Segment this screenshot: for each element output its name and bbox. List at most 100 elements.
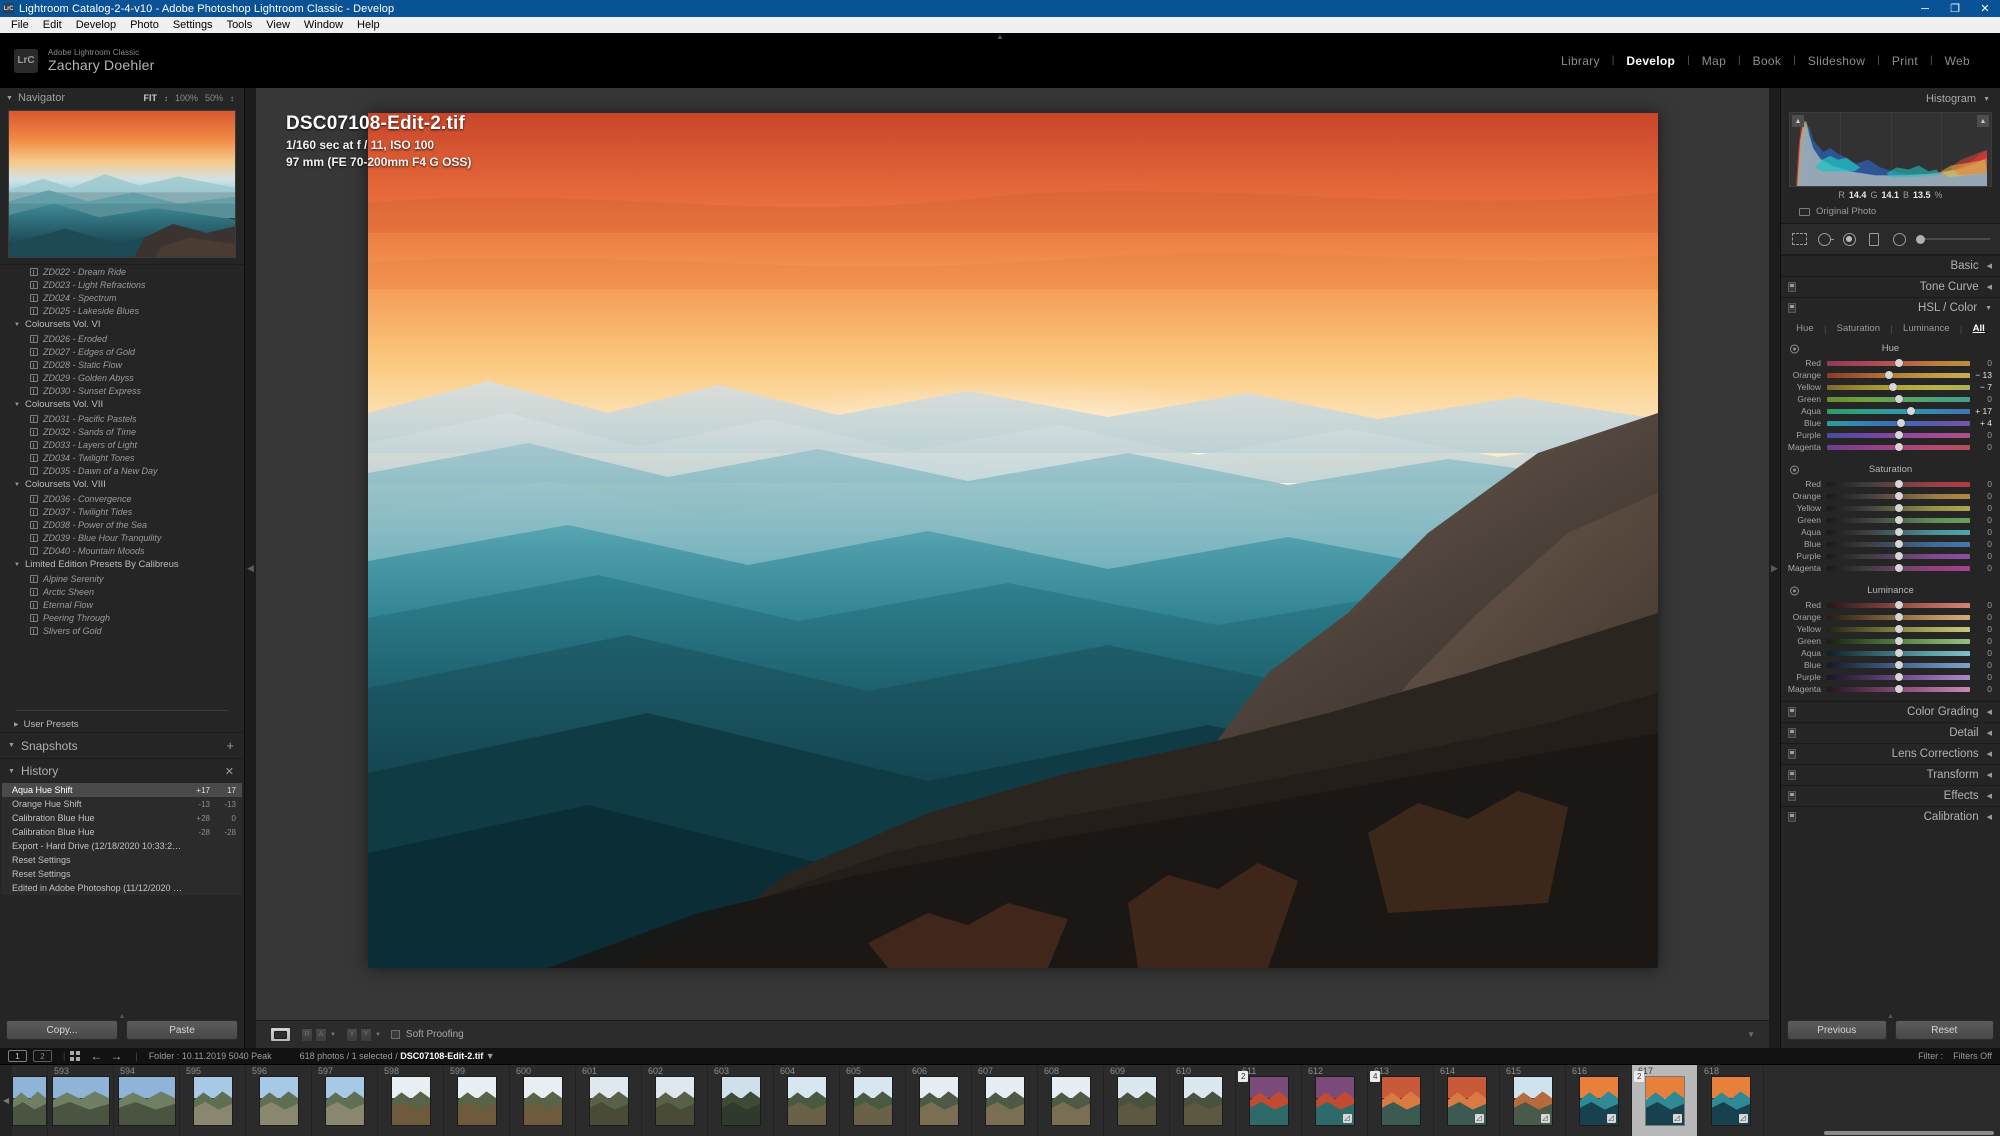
panel-switch-icon[interactable] xyxy=(1788,707,1796,717)
preset-item[interactable]: ZD033 - Layers of Light xyxy=(0,438,244,451)
history-row[interactable]: Edited in Adobe Photoshop (11/12/2020 3:… xyxy=(2,881,242,895)
primary-display-button[interactable]: 1 xyxy=(8,1050,27,1062)
chevron-left-icon[interactable]: ◀ xyxy=(1987,792,1992,800)
slider-track[interactable] xyxy=(1827,540,1970,548)
slider-track[interactable] xyxy=(1827,625,1970,633)
toolbar-collapse-arrow[interactable]: ▼ xyxy=(1747,1030,1755,1039)
filmstrip-folder-label[interactable]: Folder : 10.11.2019 5040 Peak xyxy=(149,1051,272,1061)
menu-item-tools[interactable]: Tools xyxy=(220,17,260,33)
slider-knob[interactable] xyxy=(1894,528,1903,536)
slider-track[interactable] xyxy=(1827,419,1970,427)
chevron-left-icon[interactable]: ◀ xyxy=(1987,813,1992,821)
preset-item[interactable]: ZD022 - Dream Ride xyxy=(0,265,244,278)
slider-knob[interactable] xyxy=(1894,601,1903,609)
slider-track[interactable] xyxy=(1827,528,1970,536)
chevron-down-icon[interactable]: ▼ xyxy=(14,482,20,488)
module-slideshow[interactable]: Slideshow xyxy=(1796,54,1877,68)
chevron-down-icon[interactable]: ▼ xyxy=(375,1032,381,1038)
hsl-slider-row[interactable]: Aqua + 17 xyxy=(1781,405,2000,417)
chevron-down-icon[interactable]: ▼ xyxy=(8,742,15,749)
slider-knob[interactable] xyxy=(1906,407,1915,415)
hsl-slider-row[interactable]: Purple 0 xyxy=(1781,671,2000,683)
slider-track[interactable] xyxy=(1827,516,1970,524)
presets-list[interactable]: ZD022 - Dream Ride ZD023 - Light Refracti… xyxy=(0,264,244,704)
filmstrip-thumbnail[interactable]: 602 xyxy=(642,1065,708,1136)
history-row[interactable]: Aqua Hue Shift +17 17 xyxy=(2,783,242,797)
chevron-down-icon[interactable]: ▼ xyxy=(1985,305,1992,312)
chevron-left-icon[interactable]: ◀ xyxy=(1987,262,1992,270)
panel-switch-icon[interactable] xyxy=(1788,728,1796,738)
filmstrip-thumbnail[interactable]: 610 xyxy=(1170,1065,1236,1136)
slider-track[interactable] xyxy=(1827,661,1970,669)
hsl-slider-row[interactable]: Magenta 0 xyxy=(1781,441,2000,453)
preset-item[interactable]: ZD027 - Edges of Gold xyxy=(0,345,244,358)
slider-track[interactable] xyxy=(1827,552,1970,560)
chevron-left-icon[interactable]: ◀ xyxy=(1987,771,1992,779)
hsl-slider-row[interactable]: Magenta 0 xyxy=(1781,562,2000,574)
slider-knob[interactable] xyxy=(1894,443,1903,451)
preset-item[interactable]: ZD031 - Pacific Pastels xyxy=(0,412,244,425)
filmstrip-thumbnail[interactable]: 2 611 xyxy=(1236,1065,1302,1136)
slider-knob[interactable] xyxy=(1894,564,1903,572)
slider-track[interactable] xyxy=(1827,383,1970,391)
chevron-right-icon[interactable]: ▶ xyxy=(14,721,19,728)
panel-header-calibration[interactable]: Calibration ◀ xyxy=(1781,806,2000,827)
hsl-slider-row[interactable]: Blue + 4 xyxy=(1781,417,2000,429)
slider-knob[interactable] xyxy=(1885,371,1894,379)
histogram-graph[interactable]: ▲ ▲ xyxy=(1789,112,1992,187)
filmstrip-thumbnail[interactable]: 596 xyxy=(246,1065,312,1136)
module-book[interactable]: Book xyxy=(1741,54,1794,68)
original-photo-toggle[interactable]: Original Photo xyxy=(1789,202,1992,223)
filmstrip-thumbnail[interactable]: 606 xyxy=(906,1065,972,1136)
hsl-slider-row[interactable]: Magenta 0 xyxy=(1781,683,2000,695)
radial-filter-tool-icon[interactable] xyxy=(1891,231,1907,247)
history-header[interactable]: ▼ History ✕ xyxy=(0,758,244,783)
histogram-header[interactable]: Histogram ▼ xyxy=(1781,88,2000,110)
slider-track[interactable] xyxy=(1827,564,1970,572)
history-row[interactable]: Calibration Blue Hue -28 -28 xyxy=(2,825,242,839)
filmstrip-thumbnail[interactable]: 603 xyxy=(708,1065,774,1136)
preset-item[interactable]: ZD026 - Eroded xyxy=(0,332,244,345)
slider-knob[interactable] xyxy=(1894,395,1903,403)
panel-header-transform[interactable]: Transform ◀ xyxy=(1781,764,2000,785)
hsl-slider-row[interactable]: Green 0 xyxy=(1781,635,2000,647)
module-print[interactable]: Print xyxy=(1880,54,1930,68)
main-photo[interactable] xyxy=(367,113,1658,968)
menu-item-settings[interactable]: Settings xyxy=(166,17,220,33)
panel-switch-icon[interactable] xyxy=(1788,812,1796,822)
thumbnail-stack-badge[interactable]: 4 xyxy=(1370,1071,1381,1082)
filmstrip-thumbnail[interactable]: 595 xyxy=(180,1065,246,1136)
filmstrip-thumbnail[interactable]: 600 xyxy=(510,1065,576,1136)
slider-track[interactable] xyxy=(1827,673,1970,681)
left-panel-collapse-strip[interactable]: ◀ xyxy=(245,88,256,1048)
chevron-down-icon[interactable]: ▼ xyxy=(14,322,20,328)
grid-view-icon[interactable] xyxy=(70,1051,81,1061)
slider-knob[interactable] xyxy=(1894,661,1903,669)
menu-item-develop[interactable]: Develop xyxy=(69,17,123,33)
slider-knob[interactable] xyxy=(1894,637,1903,645)
soft-proofing-toggle[interactable]: Soft Proofing xyxy=(390,1029,464,1040)
panel-header-hsl-color[interactable]: HSL / Color ▼ xyxy=(1781,297,2000,318)
panel-header-color-grading[interactable]: Color Grading ◀ xyxy=(1781,701,2000,722)
navigator-zoom-100-button[interactable]: 100% xyxy=(175,93,198,103)
panel-switch-icon[interactable] xyxy=(1788,770,1796,780)
chevron-left-icon[interactable]: ◀ xyxy=(1987,708,1992,716)
slider-track[interactable] xyxy=(1827,431,1970,439)
chevron-down-icon[interactable]: ▼ xyxy=(486,1051,495,1061)
filmstrip-thumbnail[interactable]: 607 xyxy=(972,1065,1038,1136)
filter-value[interactable]: Filters Off xyxy=(1953,1051,1992,1061)
spot-removal-tool-icon[interactable] xyxy=(1816,231,1834,247)
filmstrip-thumbnail[interactable]: 593 xyxy=(48,1065,114,1136)
chevron-down-icon[interactable]: ▼ xyxy=(14,402,20,408)
navigator-header[interactable]: ▼ Navigator FIT ↕ 100% 50% ↕ xyxy=(0,88,244,108)
module-develop[interactable]: Develop xyxy=(1614,54,1687,68)
filmstrip-thumbnail[interactable]: 598 xyxy=(378,1065,444,1136)
right-panel-collapse-strip[interactable]: ▶ xyxy=(1769,88,1780,1048)
menu-item-edit[interactable]: Edit xyxy=(36,17,69,33)
target-adjustment-tool-icon[interactable] xyxy=(1790,586,1799,595)
slider-track[interactable] xyxy=(1827,480,1970,488)
filmstrip-thumbnail[interactable]: 604 xyxy=(774,1065,840,1136)
hsl-slider-row[interactable]: Red 0 xyxy=(1781,478,2000,490)
thumbnail-stack-badge[interactable]: 2 xyxy=(1634,1071,1645,1082)
identity-plate[interactable]: LrC Adobe Lightroom Classic Zachary Doeh… xyxy=(0,48,155,73)
